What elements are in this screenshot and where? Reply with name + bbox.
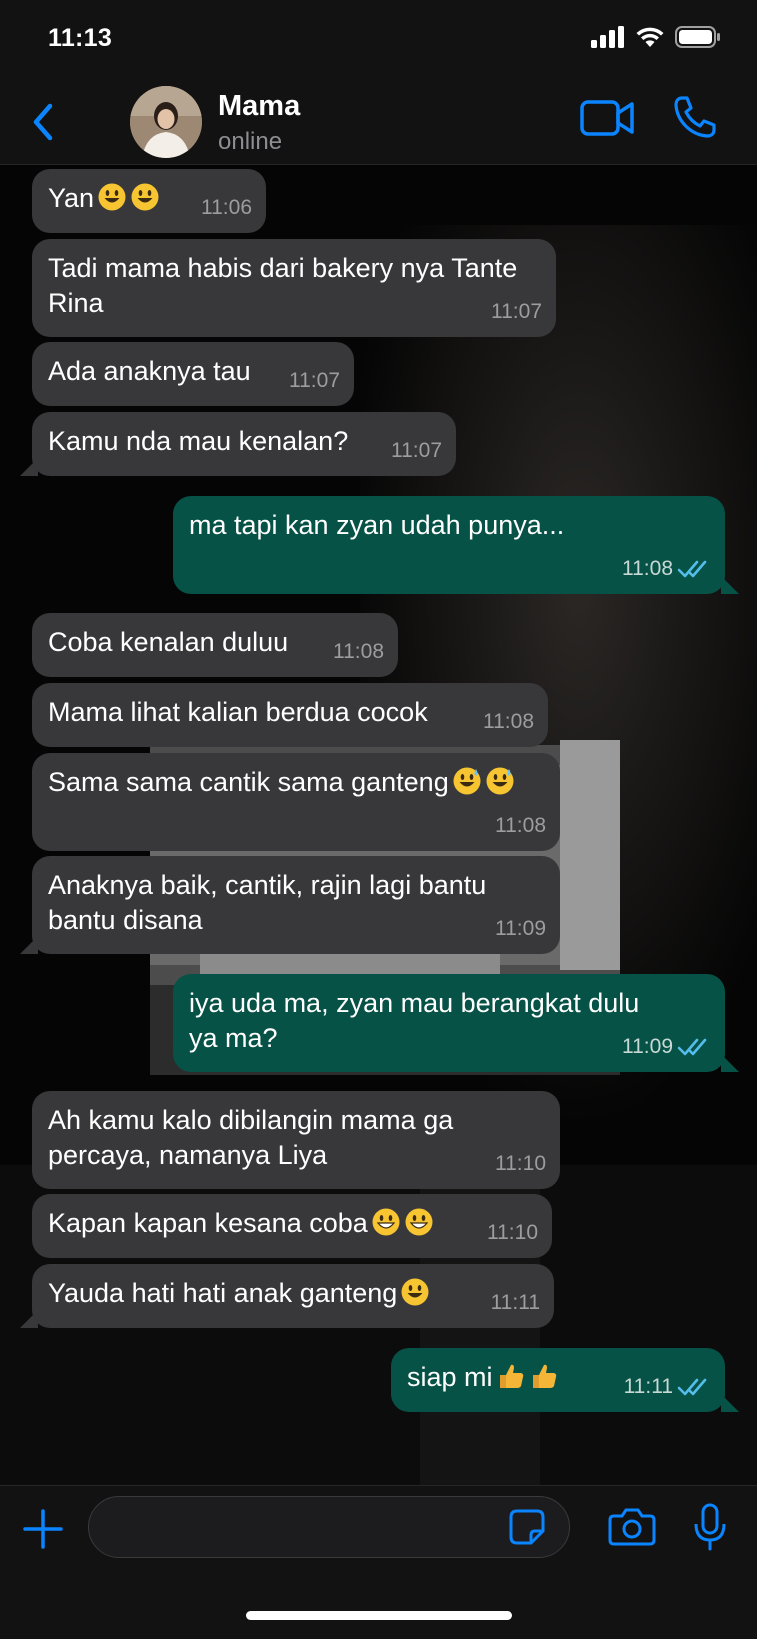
double-check-read-icon bbox=[677, 1038, 707, 1055]
message-text: Kamu nda mau kenalan? bbox=[48, 426, 349, 456]
message-time: 11:07 bbox=[491, 300, 542, 323]
sweat-smile-emoji-icon bbox=[486, 767, 514, 795]
message-meta: 11:09 bbox=[622, 1029, 711, 1064]
message-meta: 11:08 bbox=[495, 808, 546, 843]
thumbs-up-emoji-icon bbox=[532, 1364, 556, 1388]
message-meta: 11:09 bbox=[495, 911, 546, 946]
thumbs-up-emoji-icon bbox=[499, 1364, 523, 1388]
message-meta: 11:07 bbox=[491, 294, 542, 329]
chat-header: Mama online bbox=[0, 80, 757, 165]
incoming-message[interactable]: Tadi mama habis dari bakery nya Tante Ri… bbox=[32, 239, 556, 337]
wifi-icon bbox=[636, 27, 664, 47]
message-time: 11:10 bbox=[487, 1221, 538, 1244]
outgoing-message[interactable]: ma tapi kan zyan udah punya... 11:08 bbox=[173, 496, 739, 594]
incoming-message[interactable]: Kamu nda mau kenalan? 11:07 bbox=[20, 412, 456, 476]
battery-icon bbox=[675, 26, 720, 48]
incoming-message[interactable]: Sama sama cantik sama ganteng 11:08 bbox=[32, 753, 560, 851]
grin-emoji-icon bbox=[372, 1208, 400, 1236]
message-time: 11:07 bbox=[391, 439, 442, 462]
message-time: 11:11 bbox=[490, 1291, 540, 1314]
incoming-message[interactable]: Yan 11:06 bbox=[32, 169, 266, 233]
status-bar: 11:13 bbox=[0, 0, 757, 80]
message-meta: 11:08 bbox=[622, 551, 711, 586]
message-text: Anaknya baik, cantik, rajin lagi bantu b… bbox=[48, 870, 487, 935]
message-time: 11:08 bbox=[483, 710, 534, 733]
outgoing-message[interactable]: iya uda ma, zyan mau berangkat dulu ya m… bbox=[173, 974, 739, 1072]
status-icons bbox=[591, 26, 721, 48]
incoming-message[interactable]: Kapan kapan kesana coba 11:10 bbox=[32, 1194, 552, 1258]
microphone-icon[interactable] bbox=[692, 1502, 728, 1552]
message-text: Yauda hati hati anak ganteng bbox=[48, 1276, 538, 1311]
back-chevron-icon[interactable] bbox=[26, 100, 60, 144]
bubble-tail bbox=[721, 576, 739, 594]
outgoing-message[interactable]: siap mi 11:11 bbox=[391, 1348, 739, 1412]
sweat-smile-emoji-icon bbox=[453, 767, 481, 795]
video-call-icon[interactable] bbox=[580, 98, 636, 138]
message-text: Kapan kapan kesana coba bbox=[48, 1206, 536, 1241]
message-text: ma tapi kan zyan udah punya... bbox=[189, 510, 565, 540]
contact-avatar[interactable] bbox=[130, 86, 202, 158]
message-time: 11:08 bbox=[495, 814, 546, 837]
incoming-message[interactable]: Ada anaknya tau 11:07 bbox=[32, 342, 354, 406]
camera-icon[interactable] bbox=[608, 1506, 656, 1548]
message-meta: 11:07 bbox=[289, 363, 340, 398]
avatar-photo bbox=[130, 86, 202, 158]
message-time: 11:09 bbox=[495, 917, 546, 940]
message-time: 11:09 bbox=[622, 1035, 673, 1058]
cellular-signal-icon bbox=[591, 26, 624, 48]
sticker-icon[interactable] bbox=[508, 1508, 546, 1546]
incoming-message[interactable]: Yauda hati hati anak ganteng 11:11 bbox=[20, 1264, 554, 1328]
message-meta: 11:10 bbox=[487, 1215, 538, 1250]
contact-status: online bbox=[218, 128, 283, 155]
incoming-message[interactable]: Coba kenalan duluu 11:08 bbox=[32, 613, 398, 677]
message-time: 11:08 bbox=[333, 640, 384, 663]
double-check-read-icon bbox=[677, 560, 707, 577]
message-time: 11:10 bbox=[495, 1152, 546, 1175]
message-time: 11:07 bbox=[289, 369, 340, 392]
chat-area[interactable]: Yan 11:06 Tadi mama habis dari bakery nya … bbox=[0, 165, 757, 1485]
double-check-read-icon bbox=[677, 1378, 707, 1395]
phone-icon[interactable] bbox=[672, 94, 718, 140]
message-text: Tadi mama habis dari bakery nya Tante Ri… bbox=[48, 253, 518, 318]
message-meta: 11:10 bbox=[495, 1146, 546, 1181]
incoming-message[interactable]: Anaknya baik, cantik, rajin lagi bantu b… bbox=[20, 856, 560, 954]
bubble-tail bbox=[20, 458, 38, 476]
message-text: Sama sama cantik sama ganteng bbox=[48, 765, 544, 800]
grin-emoji-icon bbox=[405, 1208, 433, 1236]
input-bar bbox=[0, 1485, 757, 1639]
bubble-tail bbox=[721, 1394, 739, 1412]
message-time: 11:08 bbox=[622, 557, 673, 580]
message-time: 11:06 bbox=[201, 196, 252, 219]
message-meta: 11:11 bbox=[491, 1285, 540, 1320]
smiley-emoji-icon bbox=[401, 1278, 429, 1306]
incoming-message[interactable]: Ah kamu kalo dibilangin mama ga percaya,… bbox=[32, 1091, 560, 1189]
message-input[interactable] bbox=[88, 1496, 570, 1558]
message-meta: 11:08 bbox=[483, 704, 534, 739]
smiley-emoji-icon bbox=[131, 183, 159, 211]
bubble-tail bbox=[721, 1054, 739, 1072]
contact-name[interactable]: Mama bbox=[218, 90, 300, 123]
bubble-tail bbox=[20, 936, 38, 954]
message-time: 11:11 bbox=[623, 1375, 673, 1398]
message-meta: 11:08 bbox=[333, 634, 384, 669]
message-text: Ah kamu kalo dibilangin mama ga percaya,… bbox=[48, 1105, 454, 1170]
message-meta: 11:07 bbox=[391, 433, 442, 468]
smiley-emoji-icon bbox=[98, 183, 126, 211]
plus-icon[interactable] bbox=[22, 1508, 64, 1550]
incoming-message[interactable]: Mama lihat kalian berdua cocok 11:08 bbox=[32, 683, 548, 747]
message-text: Mama lihat kalian berdua cocok bbox=[48, 697, 428, 727]
message-text: Coba kenalan duluu bbox=[48, 627, 289, 657]
message-meta: 11:06 bbox=[201, 190, 252, 225]
status-time: 11:13 bbox=[48, 24, 113, 52]
home-indicator bbox=[246, 1611, 512, 1620]
message-meta: 11:11 bbox=[624, 1369, 711, 1404]
bubble-tail bbox=[20, 1310, 38, 1328]
